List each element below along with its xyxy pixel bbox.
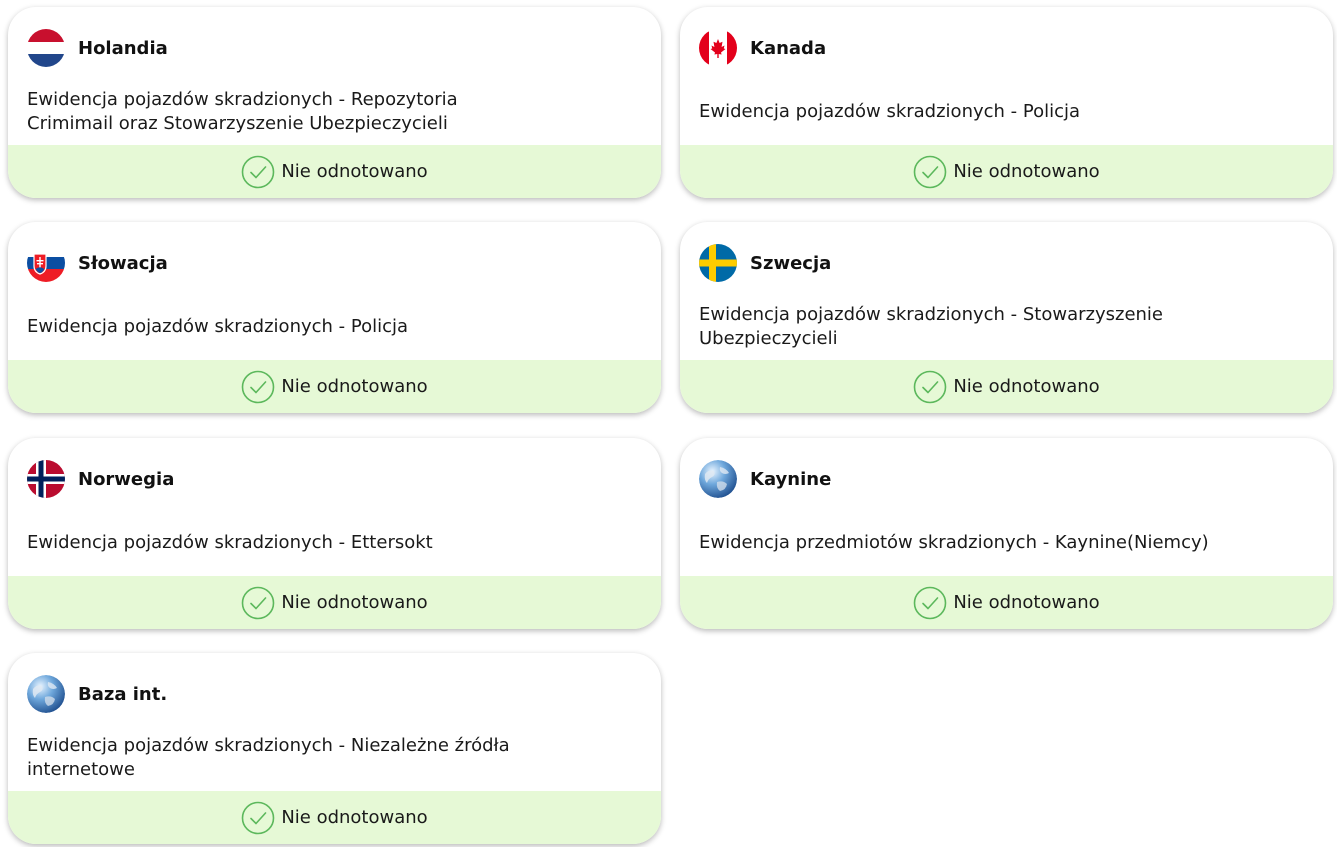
globe-icon	[27, 675, 65, 713]
country-name: Holandia	[78, 37, 168, 59]
status-bar: Nie odnotowano	[8, 791, 661, 844]
status-text: Nie odnotowano	[281, 161, 428, 182]
check-circle-icon	[242, 370, 275, 403]
check-circle-icon	[242, 801, 275, 834]
registry-description: Ewidencja pojazdów skradzionych - Etters…	[27, 532, 433, 553]
registry-card-holandia: Holandia Ewidencja pojazdów skradzionych…	[8, 7, 661, 198]
check-circle-icon	[914, 586, 947, 619]
registry-description: Ewidencja pojazdów skradzionych - Policj…	[27, 316, 409, 337]
country-name: Baza int.	[78, 683, 168, 705]
card-header: Słowacja	[27, 243, 168, 283]
slovakia-flag-icon	[27, 244, 65, 282]
card-header: Szwecja	[699, 243, 831, 283]
status-text: Nie odnotowano	[281, 807, 428, 828]
status-text: Nie odnotowano	[281, 592, 428, 613]
status-text: Nie odnotowano	[953, 376, 1100, 397]
canada-flag-icon	[699, 29, 737, 67]
registry-card-slowacja: Słowacja Ewidencja pojazdów skradzionych…	[8, 222, 661, 413]
card-header: Holandia	[27, 28, 168, 68]
globe-icon	[699, 460, 737, 498]
registry-description: Ewidencja przedmiotów skradzionych - Kay…	[699, 532, 1209, 553]
registry-card-szwecja: Szwecja Ewidencja pojazdów skradzionych …	[680, 222, 1333, 413]
registry-description: Ewidencja pojazdów skradzionych - Stowar…	[699, 304, 1164, 349]
country-name: Kaynine	[750, 468, 832, 490]
country-name: Szwecja	[750, 252, 832, 274]
status-bar: Nie odnotowano	[680, 360, 1333, 413]
registry-description: Ewidencja pojazdów skradzionych - Repozy…	[27, 89, 458, 134]
status-bar: Nie odnotowano	[8, 360, 661, 413]
check-circle-icon	[914, 370, 947, 403]
check-circle-icon	[242, 155, 275, 188]
card-header: Baza int.	[27, 674, 167, 714]
status-text: Nie odnotowano	[281, 376, 428, 397]
check-circle-icon	[914, 155, 947, 188]
status-text: Nie odnotowano	[953, 592, 1100, 613]
card-header: Kanada	[699, 28, 826, 68]
country-name: Kanada	[750, 37, 827, 59]
country-name: Norwegia	[78, 468, 175, 490]
status-bar: Nie odnotowano	[8, 576, 661, 629]
registry-card-kaynine: Kaynine Ewidencja przedmiotów skradziony…	[680, 438, 1333, 629]
status-text: Nie odnotowano	[953, 161, 1100, 182]
registry-description: Ewidencja pojazdów skradzionych - Policj…	[699, 101, 1081, 122]
registry-card-norwegia: Norwegia Ewidencja pojazdów skradzionych…	[8, 438, 661, 629]
status-bar: Nie odnotowano	[680, 145, 1333, 198]
registry-description: Ewidencja pojazdów skradzionych - Niezal…	[27, 735, 510, 780]
country-name: Słowacja	[78, 252, 168, 274]
check-circle-icon	[242, 586, 275, 619]
registry-card-baza-int: Baza int. Ewidencja pojazdów skradzionyc…	[8, 653, 661, 844]
netherlands-flag-icon	[27, 29, 65, 67]
registry-card-kanada: Kanada Ewidencja pojazdów skradzionych -…	[680, 7, 1333, 198]
card-header: Kaynine	[699, 459, 831, 499]
card-header: Norwegia	[27, 459, 174, 499]
status-bar: Nie odnotowano	[680, 576, 1333, 629]
status-bar: Nie odnotowano	[8, 145, 661, 198]
norway-flag-icon	[27, 460, 65, 498]
sweden-flag-icon	[699, 244, 737, 282]
registry-results-grid: Holandia Ewidencja pojazdów skradzionych…	[0, 0, 1337, 847]
